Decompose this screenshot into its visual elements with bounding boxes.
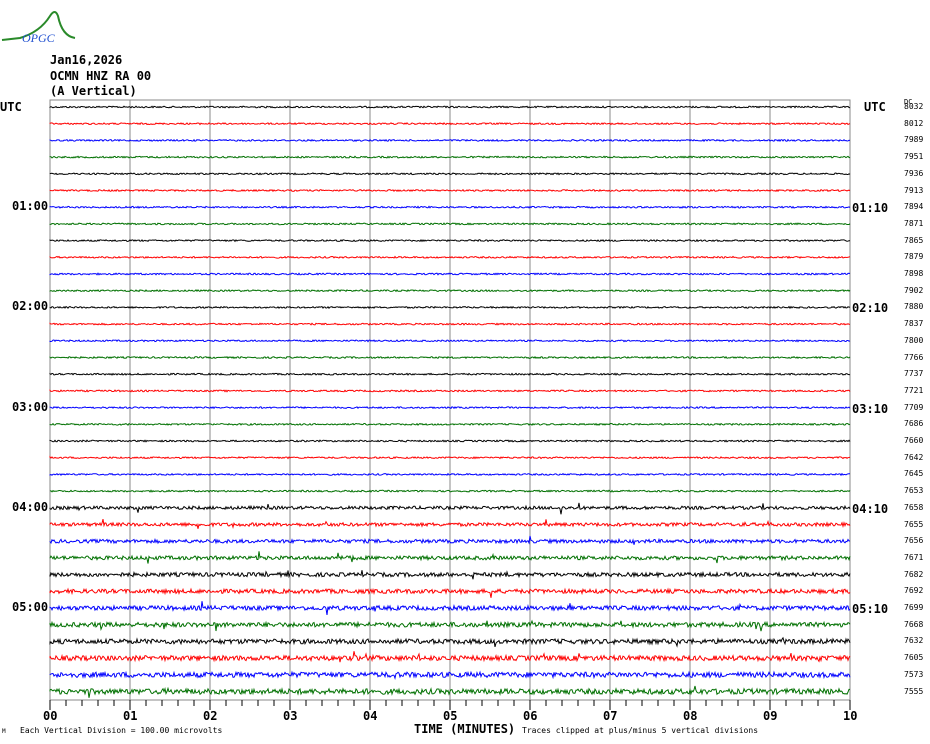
x-tick-label: 09 — [763, 709, 777, 723]
x-tick-label: 08 — [683, 709, 697, 723]
helicorder-plot — [0, 0, 930, 744]
x-tick-label: 10 — [843, 709, 857, 723]
clip-note: Traces clipped at plus/minus 5 vertical … — [522, 726, 758, 735]
x-tick-label: 05 — [443, 709, 457, 723]
footer-corner: M — [2, 728, 6, 735]
x-tick-label: 04 — [363, 709, 377, 723]
x-tick-label: 01 — [123, 709, 137, 723]
x-tick-label: 00 — [43, 709, 57, 723]
x-tick-label: 07 — [603, 709, 617, 723]
seismic-trace — [50, 273, 850, 275]
x-tick-label: 03 — [283, 709, 297, 723]
scale-note: Each Vertical Division = 100.00 microvol… — [20, 726, 222, 735]
x-axis-label: TIME (MINUTES) — [414, 722, 515, 736]
x-tick-label: 02 — [203, 709, 217, 723]
x-tick-label: 06 — [523, 709, 537, 723]
